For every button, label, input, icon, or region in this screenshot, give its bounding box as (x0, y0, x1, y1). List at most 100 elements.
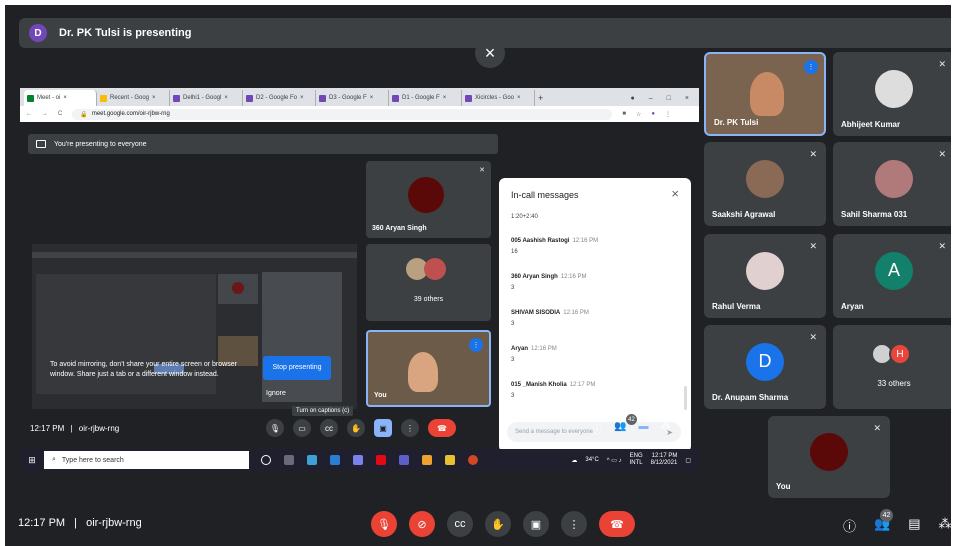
end-call-icon[interactable]: ☎ (428, 419, 456, 437)
store-icon[interactable] (330, 455, 340, 465)
activities-icon[interactable]: ⁂ (660, 421, 670, 436)
self-tile[interactable]: ⋮ You (366, 330, 491, 407)
url-text: meet.google.com/oir-rjbw-rng (91, 111, 170, 117)
browser-tab[interactable]: D2 - Google Fo × (243, 90, 316, 106)
mic-off-icon: ✕ (938, 241, 946, 251)
close-icon[interactable]: × (443, 95, 447, 101)
chat-icon[interactable]: ▬ (638, 421, 648, 436)
mirror-chat (262, 272, 342, 402)
captions-icon[interactable]: cc (320, 419, 338, 437)
chat-message: SHIVAM SISODIA 12:16 PM 3 (511, 310, 589, 327)
chat-time: 12:17 PM (569, 382, 596, 388)
chat-time: 12:16 PM (572, 238, 599, 244)
info-icon[interactable]: ⓘ (592, 421, 602, 436)
tab-label: Xicircles - Goo (475, 95, 515, 101)
close-icon[interactable]: × (370, 95, 374, 101)
reload-icon[interactable]: C (58, 111, 62, 117)
meeting-info: 12:17 PM | oir-rjbw-rng (18, 517, 142, 529)
info-icon[interactable]: ⓘ (843, 516, 856, 535)
present-icon[interactable]: ▣ (523, 511, 549, 537)
explorer-icon[interactable] (445, 455, 455, 465)
stop-presenting-button[interactable]: Stop presenting (263, 356, 331, 380)
tab-label: Delhi1 - Googl (183, 95, 222, 101)
taskbar-search[interactable]: ⌕ Type here to search (44, 451, 249, 469)
call-controls: 🎙 ⊘ cc ✋ ▣ ⋮ ☎ (371, 511, 635, 537)
maximize-icon[interactable]: □ (667, 95, 671, 102)
mic-off-icon[interactable]: 🎙 (371, 511, 397, 537)
back-icon[interactable]: ← (26, 111, 32, 117)
close-icon[interactable]: × (63, 95, 67, 101)
close-icon[interactable]: × (685, 95, 689, 102)
mic-off-icon: ✕ (809, 149, 817, 159)
minimize-icon[interactable]: – (649, 95, 653, 102)
participant-tile-abhijeet-kumar[interactable]: ✕ Abhijeet Kumar (833, 52, 951, 136)
raise-hand-icon[interactable]: ✋ (485, 511, 511, 537)
star-icon[interactable]: ☆ (636, 111, 641, 118)
clock[interactable]: 12:17 PM 8/12/2021 (651, 453, 678, 467)
meet-icon (27, 94, 34, 102)
self-tile[interactable]: ✕ You (768, 416, 890, 498)
close-icon[interactable]: × (152, 95, 156, 101)
netflix-icon[interactable] (376, 455, 386, 465)
camera-icon[interactable]: ■ (622, 111, 626, 117)
participant-tile-sahil-sharma[interactable]: ✕ Sahil Sharma 031 (833, 142, 951, 226)
language[interactable]: ENG INTL (630, 453, 643, 467)
browser-tab[interactable]: Xicircles - Goo × (462, 90, 535, 106)
profile-icon[interactable]: ● (651, 111, 655, 117)
meeting-time: 12:17 PM (30, 423, 65, 433)
chat-icon[interactable]: ▤ (908, 516, 920, 535)
ignore-button[interactable]: Ignore (266, 390, 286, 397)
participant-tile-dr-pk-tulsi[interactable]: ⋮ Dr. PK Tulsi (704, 52, 826, 136)
chat-scrollbar[interactable] (684, 386, 687, 410)
browser-tab[interactable]: D3 - Google F × (316, 90, 389, 106)
folder-icon[interactable] (422, 455, 432, 465)
notification-icon[interactable]: ▢ (685, 457, 691, 464)
search-icon: ⌕ (52, 456, 56, 463)
participant-tile-saakshi-agrawal[interactable]: ✕ Saakshi Agrawal (704, 142, 826, 226)
chat-text: 3 (511, 357, 515, 363)
close-icon[interactable]: × (224, 95, 228, 101)
camera-icon[interactable]: ▭ (293, 419, 311, 437)
address-bar[interactable]: 🔒 meet.google.com/oir-rjbw-rng (72, 108, 613, 120)
camera-off-icon[interactable]: ⊘ (409, 511, 435, 537)
end-call-icon[interactable]: ☎ (599, 511, 635, 537)
browser-tab[interactable]: Meet - oi × (24, 90, 97, 106)
more-options-icon[interactable]: ⋮ (401, 419, 419, 437)
activities-icon[interactable]: ⁂ (939, 516, 952, 535)
chat-sender: Aryan (511, 346, 529, 352)
shared-meet-view: You're presenting to everyone To avoid m… (20, 124, 699, 478)
teams-icon[interactable] (353, 455, 363, 465)
mirror-bar (32, 252, 357, 258)
participant-tile-aryan[interactable]: ✕ A Aryan (833, 234, 951, 318)
close-icon[interactable]: × (671, 186, 679, 201)
participant-tile-rahul-verma[interactable]: ✕ Rahul Verma (704, 234, 826, 318)
app-icon[interactable] (399, 455, 409, 465)
cortana-icon[interactable] (261, 455, 271, 465)
present-icon[interactable]: ▣ (374, 419, 392, 437)
participant-name: 360 Aryan Singh (372, 225, 427, 232)
close-icon[interactable]: × (517, 95, 521, 101)
participant-tile-others[interactable]: H 33 others (833, 325, 951, 409)
participant-tile-others[interactable]: 39 others (366, 244, 491, 321)
edge-icon[interactable] (307, 455, 317, 465)
windows-icon[interactable]: ⊞ (20, 455, 44, 466)
forward-icon[interactable]: → (42, 111, 48, 117)
people-icon[interactable]: 👥 (614, 421, 626, 436)
raise-hand-icon[interactable]: ✋ (347, 419, 365, 437)
browser-tab[interactable]: Delhi1 - Googl × (170, 90, 243, 106)
captions-icon[interactable]: cc (447, 511, 473, 537)
chat-sender: 005 Aashish Rastogi (511, 238, 570, 244)
chat-text: 16 (511, 249, 518, 255)
menu-icon[interactable]: ⋮ (665, 111, 671, 118)
close-icon[interactable]: × (300, 95, 304, 101)
mic-icon[interactable]: 🎙 (266, 419, 284, 437)
participant-tile-dr-anupam-sharma[interactable]: ✕ D Dr. Anupam Sharma (704, 325, 826, 409)
powerpoint-icon[interactable] (468, 455, 478, 465)
browser-tab[interactable]: D1 - Google F × (389, 90, 462, 106)
more-options-icon[interactable]: ⋮ (561, 511, 587, 537)
new-tab-icon[interactable]: + (535, 90, 555, 106)
participant-tile[interactable]: ✕ 360 Aryan Singh (366, 161, 491, 238)
browser-tab[interactable]: Recent - Goog × (97, 90, 170, 106)
task-view-icon[interactable] (284, 455, 294, 465)
close-icon[interactable]: × (475, 38, 505, 68)
